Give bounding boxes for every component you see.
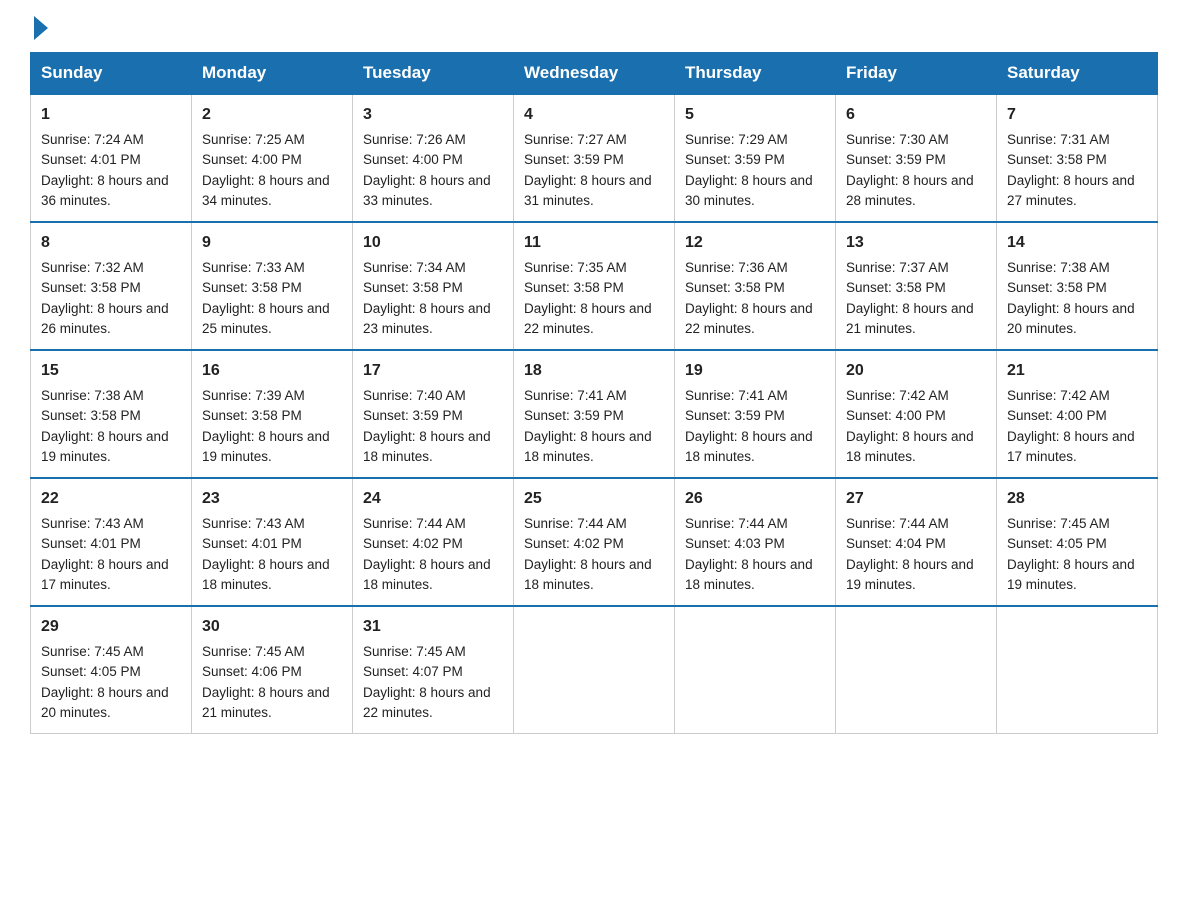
- day-number: 17: [363, 359, 503, 383]
- calendar-cell: 4Sunrise: 7:27 AMSunset: 3:59 PMDaylight…: [514, 94, 675, 222]
- day-number: 12: [685, 231, 825, 255]
- week-row-4: 22Sunrise: 7:43 AMSunset: 4:01 PMDayligh…: [31, 478, 1158, 606]
- week-row-5: 29Sunrise: 7:45 AMSunset: 4:05 PMDayligh…: [31, 606, 1158, 734]
- day-number: 7: [1007, 103, 1147, 127]
- calendar-cell: 27Sunrise: 7:44 AMSunset: 4:04 PMDayligh…: [836, 478, 997, 606]
- calendar-cell: 12Sunrise: 7:36 AMSunset: 3:58 PMDayligh…: [675, 222, 836, 350]
- logo: [30, 20, 48, 36]
- day-number: 21: [1007, 359, 1147, 383]
- calendar-cell: 2Sunrise: 7:25 AMSunset: 4:00 PMDaylight…: [192, 94, 353, 222]
- day-number: 24: [363, 487, 503, 511]
- day-number: 25: [524, 487, 664, 511]
- calendar-cell: 26Sunrise: 7:44 AMSunset: 4:03 PMDayligh…: [675, 478, 836, 606]
- header-sunday: Sunday: [31, 53, 192, 95]
- calendar-cell: 1Sunrise: 7:24 AMSunset: 4:01 PMDaylight…: [31, 94, 192, 222]
- calendar-cell: 17Sunrise: 7:40 AMSunset: 3:59 PMDayligh…: [353, 350, 514, 478]
- week-row-3: 15Sunrise: 7:38 AMSunset: 3:58 PMDayligh…: [31, 350, 1158, 478]
- day-number: 23: [202, 487, 342, 511]
- calendar-cell: 20Sunrise: 7:42 AMSunset: 4:00 PMDayligh…: [836, 350, 997, 478]
- day-number: 22: [41, 487, 181, 511]
- calendar-cell: 19Sunrise: 7:41 AMSunset: 3:59 PMDayligh…: [675, 350, 836, 478]
- calendar-cell: 25Sunrise: 7:44 AMSunset: 4:02 PMDayligh…: [514, 478, 675, 606]
- calendar-cell: 10Sunrise: 7:34 AMSunset: 3:58 PMDayligh…: [353, 222, 514, 350]
- day-number: 20: [846, 359, 986, 383]
- day-number: 8: [41, 231, 181, 255]
- day-number: 14: [1007, 231, 1147, 255]
- day-number: 4: [524, 103, 664, 127]
- day-number: 10: [363, 231, 503, 255]
- header-monday: Monday: [192, 53, 353, 95]
- calendar-cell: 3Sunrise: 7:26 AMSunset: 4:00 PMDaylight…: [353, 94, 514, 222]
- calendar-cell: 24Sunrise: 7:44 AMSunset: 4:02 PMDayligh…: [353, 478, 514, 606]
- day-number: 3: [363, 103, 503, 127]
- day-number: 26: [685, 487, 825, 511]
- header-saturday: Saturday: [997, 53, 1158, 95]
- calendar-cell: 28Sunrise: 7:45 AMSunset: 4:05 PMDayligh…: [997, 478, 1158, 606]
- day-number: 1: [41, 103, 181, 127]
- page-header: [30, 20, 1158, 36]
- day-number: 31: [363, 615, 503, 639]
- day-number: 11: [524, 231, 664, 255]
- calendar-cell: 23Sunrise: 7:43 AMSunset: 4:01 PMDayligh…: [192, 478, 353, 606]
- calendar-cell: [836, 606, 997, 734]
- calendar-cell: 7Sunrise: 7:31 AMSunset: 3:58 PMDaylight…: [997, 94, 1158, 222]
- calendar-cell: 31Sunrise: 7:45 AMSunset: 4:07 PMDayligh…: [353, 606, 514, 734]
- calendar-cell: 30Sunrise: 7:45 AMSunset: 4:06 PMDayligh…: [192, 606, 353, 734]
- calendar-cell: 22Sunrise: 7:43 AMSunset: 4:01 PMDayligh…: [31, 478, 192, 606]
- week-row-2: 8Sunrise: 7:32 AMSunset: 3:58 PMDaylight…: [31, 222, 1158, 350]
- day-number: 28: [1007, 487, 1147, 511]
- day-number: 19: [685, 359, 825, 383]
- header-friday: Friday: [836, 53, 997, 95]
- calendar-header-row: SundayMondayTuesdayWednesdayThursdayFrid…: [31, 53, 1158, 95]
- day-number: 2: [202, 103, 342, 127]
- calendar-cell: 8Sunrise: 7:32 AMSunset: 3:58 PMDaylight…: [31, 222, 192, 350]
- calendar-cell: 11Sunrise: 7:35 AMSunset: 3:58 PMDayligh…: [514, 222, 675, 350]
- day-number: 30: [202, 615, 342, 639]
- calendar-cell: 15Sunrise: 7:38 AMSunset: 3:58 PMDayligh…: [31, 350, 192, 478]
- calendar-cell: [675, 606, 836, 734]
- calendar-cell: 16Sunrise: 7:39 AMSunset: 3:58 PMDayligh…: [192, 350, 353, 478]
- header-wednesday: Wednesday: [514, 53, 675, 95]
- week-row-1: 1Sunrise: 7:24 AMSunset: 4:01 PMDaylight…: [31, 94, 1158, 222]
- calendar-cell: [514, 606, 675, 734]
- logo-arrow-icon: [34, 16, 48, 40]
- calendar-cell: 13Sunrise: 7:37 AMSunset: 3:58 PMDayligh…: [836, 222, 997, 350]
- day-number: 6: [846, 103, 986, 127]
- day-number: 15: [41, 359, 181, 383]
- calendar-cell: 18Sunrise: 7:41 AMSunset: 3:59 PMDayligh…: [514, 350, 675, 478]
- calendar-table: SundayMondayTuesdayWednesdayThursdayFrid…: [30, 52, 1158, 734]
- header-tuesday: Tuesday: [353, 53, 514, 95]
- calendar-cell: 21Sunrise: 7:42 AMSunset: 4:00 PMDayligh…: [997, 350, 1158, 478]
- calendar-cell: 6Sunrise: 7:30 AMSunset: 3:59 PMDaylight…: [836, 94, 997, 222]
- day-number: 29: [41, 615, 181, 639]
- calendar-cell: [997, 606, 1158, 734]
- calendar-cell: 14Sunrise: 7:38 AMSunset: 3:58 PMDayligh…: [997, 222, 1158, 350]
- day-number: 5: [685, 103, 825, 127]
- calendar-cell: 29Sunrise: 7:45 AMSunset: 4:05 PMDayligh…: [31, 606, 192, 734]
- day-number: 9: [202, 231, 342, 255]
- calendar-cell: 9Sunrise: 7:33 AMSunset: 3:58 PMDaylight…: [192, 222, 353, 350]
- day-number: 27: [846, 487, 986, 511]
- calendar-cell: 5Sunrise: 7:29 AMSunset: 3:59 PMDaylight…: [675, 94, 836, 222]
- header-thursday: Thursday: [675, 53, 836, 95]
- day-number: 18: [524, 359, 664, 383]
- day-number: 13: [846, 231, 986, 255]
- day-number: 16: [202, 359, 342, 383]
